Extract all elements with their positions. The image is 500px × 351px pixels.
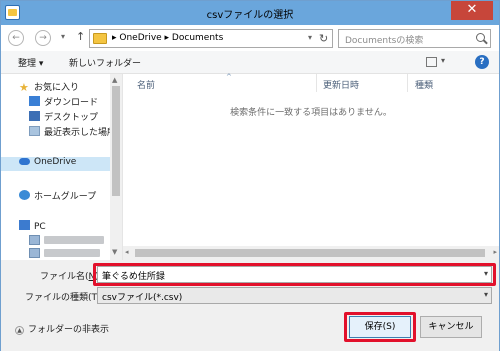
column-header-name[interactable]: 名前: [137, 78, 155, 91]
new-folder-button[interactable]: 新しいフォルダー: [69, 56, 141, 69]
sidebar-item-drive-redacted[interactable]: [29, 235, 104, 249]
command-toolbar: 整理 ▾ 新しいフォルダー ▾ ?: [1, 51, 499, 74]
address-path[interactable]: ▸ OneDrive ▸ Documents: [112, 33, 223, 43]
sidebar-scrollbar[interactable]: ▲ ▼: [110, 74, 122, 260]
scroll-left-arrow-icon[interactable]: ◂: [125, 248, 129, 256]
scroll-up-arrow-icon[interactable]: ▲: [112, 76, 117, 84]
column-header-modified[interactable]: 更新日時: [323, 78, 359, 91]
drive-icon: [29, 235, 40, 245]
collapse-arrow-icon: ▲: [15, 326, 24, 335]
dialog-footer: ファイル名(N): 筆ぐるめ住所録 ▾ ファイルの種類(T): csvファイル(…: [1, 260, 499, 351]
cancel-button[interactable]: キャンセル: [420, 316, 482, 338]
refresh-icon[interactable]: ↻: [319, 32, 328, 45]
drive-icon: [29, 248, 40, 258]
sidebar-item-favorites[interactable]: ★ お気に入り: [19, 80, 79, 94]
navigation-pane: ★ お気に入り ダウンロード デスクトップ 最近表示した場所 OneDrive ホ…: [1, 74, 123, 260]
sidebar-item-pc[interactable]: PC: [19, 220, 46, 234]
star-icon: ★: [19, 81, 29, 94]
pc-icon: [19, 220, 30, 230]
recent-places-icon: [29, 126, 40, 136]
hide-folders-toggle[interactable]: ▲ フォルダーの非表示: [15, 322, 109, 335]
column-divider[interactable]: [316, 74, 317, 92]
scroll-down-arrow-icon[interactable]: ▼: [112, 248, 117, 256]
homegroup-icon: [19, 190, 30, 200]
highlight-frame-save: [344, 312, 416, 342]
onedrive-cloud-icon: [19, 158, 30, 165]
search-input[interactable]: Documentsの検索: [338, 29, 491, 48]
organize-button[interactable]: 整理 ▾: [18, 56, 43, 69]
column-divider[interactable]: [407, 74, 408, 92]
sidebar-item-recent-places[interactable]: 最近表示した場所: [29, 125, 116, 139]
view-options-icon[interactable]: [426, 57, 437, 67]
filetype-select[interactable]: csvファイル(*.csv) ▾: [97, 287, 492, 304]
title-bar: csvファイルの選択 ✕: [1, 1, 499, 25]
sidebar-item-desktop[interactable]: デスクトップ: [29, 110, 98, 124]
search-placeholder: Documentsの検索: [345, 36, 424, 46]
filetype-label: ファイルの種類(T):: [25, 293, 104, 303]
redacted-label: [44, 249, 100, 257]
file-list[interactable]: ^ 名前 更新日時 種類 検索条件に一致する項目はありません。 ◂ ▸: [123, 73, 499, 260]
navigation-bar: ← → ▾ ↑ ▸ OneDrive ▸ Documents ▾ ↻ Docum…: [1, 25, 499, 51]
download-folder-icon: [29, 96, 40, 106]
filetype-chevron-down-icon[interactable]: ▾: [484, 290, 488, 299]
folder-icon: [93, 33, 107, 44]
sidebar-item-downloads[interactable]: ダウンロード: [29, 95, 98, 109]
sidebar-item-homegroup[interactable]: ホームグループ: [19, 189, 96, 203]
address-bar[interactable]: ▸ OneDrive ▸ Documents ▾ ↻: [89, 29, 333, 48]
back-arrow-icon[interactable]: ←: [8, 30, 24, 46]
desktop-folder-icon: [29, 111, 40, 121]
empty-results-message: 検索条件に一致する項目はありません。: [230, 108, 392, 118]
redacted-label: [44, 236, 104, 244]
scrollbar-thumb[interactable]: [112, 86, 120, 196]
horizontal-scrollbar[interactable]: ◂ ▸: [123, 246, 499, 260]
file-dialog: csvファイルの選択 ✕ ← → ▾ ↑ ▸ OneDrive ▸ Docume…: [0, 0, 500, 351]
window-title: csvファイルの選択: [206, 10, 294, 21]
search-icon: [476, 33, 485, 42]
view-chevron-down-icon[interactable]: ▾: [441, 56, 445, 65]
forward-arrow-icon[interactable]: →: [35, 30, 51, 46]
help-icon[interactable]: ?: [475, 55, 489, 69]
scroll-right-arrow-icon[interactable]: ▸: [493, 248, 497, 256]
scrollbar-thumb[interactable]: [135, 249, 485, 257]
sidebar-item-onedrive[interactable]: OneDrive: [1, 157, 110, 171]
address-chevron-down-icon[interactable]: ▾: [308, 33, 312, 42]
sort-ascending-icon: ^: [226, 73, 232, 81]
column-header-type[interactable]: 種類: [415, 78, 433, 91]
up-arrow-icon[interactable]: ↑: [76, 30, 85, 43]
close-button[interactable]: ✕: [451, 1, 493, 20]
filetype-value: csvファイル(*.csv): [102, 293, 183, 303]
recent-locations-chevron-icon[interactable]: ▾: [61, 32, 65, 41]
highlight-frame-filename: [93, 263, 496, 286]
